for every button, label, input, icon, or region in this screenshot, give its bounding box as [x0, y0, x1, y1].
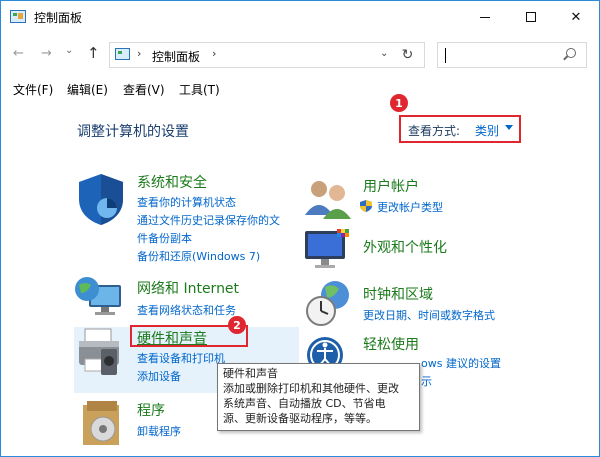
category-ease-of-access[interactable]: 轻松使用 — [363, 334, 419, 354]
step-badge-2: 2 — [228, 316, 246, 334]
view-by-label: 查看方式: — [408, 124, 461, 138]
control-panel-icon — [10, 10, 26, 23]
link-change-date-time[interactable]: 更改日期、时间或数字格式 — [363, 307, 495, 323]
close-button[interactable]: ✕ — [553, 1, 599, 33]
link-file-history-cont[interactable]: 件备份副本 — [137, 230, 192, 246]
uac-shield-icon — [360, 200, 372, 212]
user-accounts-icon[interactable] — [303, 177, 355, 219]
shield-icon[interactable] — [73, 171, 129, 227]
category-network-internet[interactable]: 网络和 Internet — [137, 278, 239, 298]
printer-icon[interactable] — [75, 327, 131, 379]
link-change-account-type[interactable]: 更改帐户类型 — [377, 199, 443, 215]
link-ease-of-access-more[interactable]: 示 — [421, 373, 432, 389]
refresh-icon: ↻ — [401, 47, 414, 63]
breadcrumb-chevron-icon[interactable]: › — [137, 47, 141, 60]
search-input[interactable] — [437, 42, 587, 68]
network-globe-icon[interactable] — [73, 273, 129, 321]
minimize-button[interactable] — [462, 1, 508, 33]
tooltip-line: 系统声音、自动播放 CD、节省电 — [223, 397, 386, 410]
view-by-selector[interactable]: 查看方式: 类别 — [399, 115, 521, 143]
link-network-status[interactable]: 查看网络状态和任务 — [137, 302, 236, 318]
close-icon: ✕ — [570, 9, 582, 25]
tooltip-line: 添加或删除打印机和其他硬件、更改 — [223, 382, 399, 395]
appearance-monitor-icon[interactable] — [303, 227, 355, 271]
menu-tools[interactable]: 工具(T) — [179, 81, 220, 98]
menu-view[interactable]: 查看(V) — [123, 81, 165, 98]
control-panel-icon — [115, 48, 130, 60]
programs-icon[interactable] — [77, 399, 127, 449]
hardware-tooltip: 硬件和声音 添加或删除打印机和其他硬件、更改 系统声音、自动播放 CD、节省电 … — [217, 363, 420, 431]
address-dropdown-icon[interactable]: ⌄ — [380, 48, 388, 59]
breadcrumb-control-panel[interactable]: 控制面板 — [152, 48, 200, 65]
menu-edit[interactable]: 编辑(E) — [67, 81, 108, 98]
text-caret — [445, 48, 446, 63]
category-user-accounts[interactable]: 用户帐户 — [363, 176, 419, 196]
link-backup-restore[interactable]: 备份和还原(Windows 7) — [137, 248, 260, 264]
step-badge-1: 1 — [390, 94, 408, 112]
page-title: 调整计算机的设置 — [77, 124, 189, 140]
control-panel-window: 控制面板 ✕ ← → ⌄ ↑ › 控制面板 › ⌄ ↻ 文件(F) 编辑(E) … — [0, 0, 600, 457]
category-programs[interactable]: 程序 — [137, 400, 165, 420]
link-file-history[interactable]: 通过文件历史记录保存你的文 — [137, 212, 280, 228]
tooltip-title: 硬件和声音 — [223, 367, 278, 380]
tooltip-line: 源、更新设备驱动程序，等等。 — [223, 412, 377, 425]
clock-globe-icon[interactable] — [303, 277, 355, 329]
link-windows-suggested-settings[interactable]: ows 建议的设置 — [421, 355, 501, 371]
link-devices-printers[interactable]: 查看设备和打印机 — [137, 350, 225, 366]
window-title: 控制面板 — [34, 11, 83, 25]
chevron-down-icon[interactable] — [505, 125, 513, 130]
forward-button[interactable]: → — [41, 46, 52, 61]
refresh-button[interactable]: ↻ — [391, 42, 425, 68]
minimize-icon — [480, 16, 490, 18]
view-by-value[interactable]: 类别 — [475, 122, 499, 139]
maximize-button[interactable] — [508, 1, 554, 33]
category-hardware-sound[interactable]: 硬件和声音 — [137, 328, 207, 348]
title-bar: 控制面板 ✕ — [1, 1, 599, 33]
link-uninstall-program[interactable]: 卸载程序 — [137, 423, 181, 439]
address-bar[interactable]: › 控制面板 › ⌄ — [109, 42, 425, 68]
link-add-device[interactable]: 添加设备 — [137, 368, 181, 384]
navigation-bar: ← → ⌄ ↑ › 控制面板 › ⌄ ↻ — [1, 37, 599, 71]
menu-file[interactable]: 文件(F) — [13, 81, 53, 98]
recent-locations-button[interactable]: ⌄ — [65, 45, 73, 56]
link-view-computer-status[interactable]: 查看你的计算机状态 — [137, 194, 236, 210]
search-icon[interactable] — [566, 48, 576, 58]
breadcrumb-chevron-icon[interactable]: › — [212, 47, 216, 60]
back-button[interactable]: ← — [13, 46, 24, 61]
category-system-security[interactable]: 系统和安全 — [137, 172, 207, 192]
maximize-icon — [526, 12, 536, 22]
menu-bar: 文件(F) 编辑(E) 查看(V) 工具(T) — [1, 79, 599, 99]
category-appearance[interactable]: 外观和个性化 — [363, 237, 447, 257]
category-clock-region[interactable]: 时钟和区域 — [363, 284, 433, 304]
up-button[interactable]: ↑ — [87, 44, 100, 62]
